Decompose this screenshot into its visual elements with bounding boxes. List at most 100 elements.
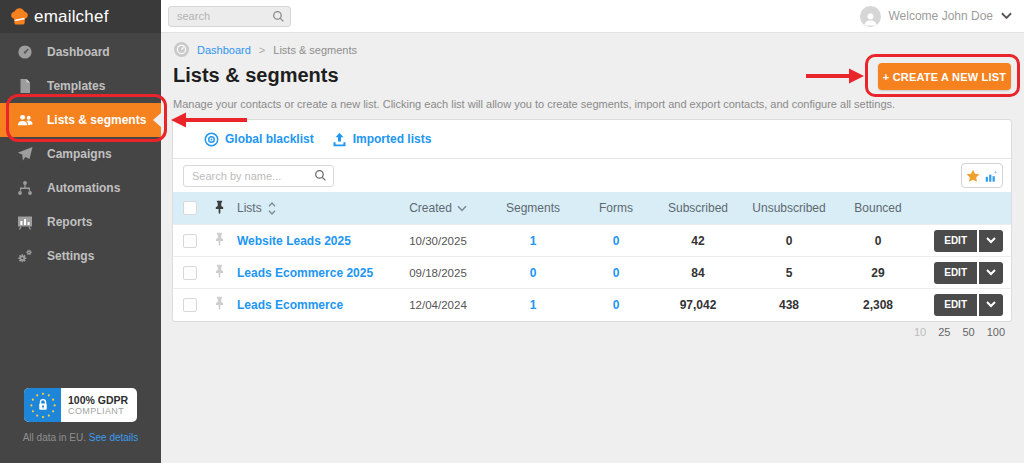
- column-header-created[interactable]: Created: [379, 201, 497, 215]
- breadcrumb-dashboard-link[interactable]: Dashboard: [197, 44, 251, 56]
- page-size-25[interactable]: 25: [938, 326, 950, 338]
- sidebar: emailchef Dashboard Templates Lists & se…: [0, 0, 161, 463]
- breadcrumb-home-icon: [174, 42, 189, 57]
- templates-icon: [17, 78, 33, 94]
- sort-desc-icon: [457, 205, 467, 212]
- table-row: Leads Ecommerce 2025 09/18/2025 0 0 84 5…: [173, 256, 1011, 288]
- edit-button[interactable]: EDIT: [934, 230, 977, 252]
- campaigns-icon: [17, 146, 33, 162]
- sidebar-item-campaigns[interactable]: Campaigns: [0, 137, 161, 171]
- unsubscribed-cell: 5: [733, 266, 845, 280]
- row-checkbox[interactable]: [183, 266, 197, 280]
- pin-icon[interactable]: [214, 232, 225, 246]
- brand-logo[interactable]: emailchef: [0, 0, 161, 33]
- list-search: [183, 165, 334, 187]
- imported-lists-link[interactable]: Imported lists: [332, 132, 432, 147]
- created-cell: 12/04/2024: [379, 299, 497, 311]
- sidebar-item-automations[interactable]: Automations: [0, 171, 161, 205]
- subscribed-cell: 42: [663, 234, 733, 248]
- select-all-checkbox[interactable]: [183, 201, 197, 215]
- table-header: Lists Created Segments Forms Subscribed …: [173, 192, 1011, 224]
- gdpr-note: All data in EU.: [23, 432, 86, 443]
- page-size-100[interactable]: 100: [987, 326, 1005, 338]
- search-icon: [272, 10, 285, 23]
- column-header-lists[interactable]: Lists: [229, 201, 379, 215]
- row-checkbox[interactable]: [183, 298, 197, 312]
- breadcrumb-separator: >: [259, 44, 265, 56]
- edit-button[interactable]: EDIT: [934, 294, 977, 316]
- chef-hat-icon: [9, 6, 30, 27]
- reports-icon: [17, 214, 33, 230]
- create-new-list-button[interactable]: + CREATE A NEW LIST: [878, 63, 1011, 90]
- list-name-link[interactable]: Website Leads 2025: [237, 234, 351, 248]
- lists-segments-icon: [17, 112, 33, 128]
- main-content: Dashboard > Lists & segments Lists & seg…: [161, 33, 1024, 463]
- user-menu[interactable]: Welcome John Doe: [860, 6, 1013, 27]
- page-title: Lists & segments: [173, 64, 339, 87]
- breadcrumb-current: Lists & segments: [273, 44, 357, 56]
- sidebar-item-reports[interactable]: Reports: [0, 205, 161, 239]
- brand-name: emailchef: [34, 7, 109, 27]
- chevron-down-icon: [1001, 12, 1012, 20]
- unsubscribed-cell: 0: [733, 234, 845, 248]
- edit-button[interactable]: EDIT: [934, 262, 977, 284]
- page-size-50[interactable]: 50: [962, 326, 974, 338]
- settings-icon: [17, 248, 33, 264]
- created-cell: 10/30/2025: [379, 235, 497, 247]
- bounced-cell: 29: [845, 266, 911, 280]
- list-name-link[interactable]: Leads Ecommerce: [237, 298, 343, 312]
- table-row: Website Leads 2025 10/30/2025 1 0 42 0 0…: [173, 224, 1011, 256]
- subscribed-cell: 97,042: [663, 298, 733, 312]
- unsubscribed-cell: 438: [733, 298, 845, 312]
- star-icon: [966, 169, 980, 183]
- table-row: Leads Ecommerce 12/04/2024 1 0 97,042 43…: [173, 288, 1011, 320]
- gdpr-see-details-link[interactable]: See details: [89, 432, 138, 443]
- breadcrumb: Dashboard > Lists & segments: [174, 42, 357, 57]
- dashboard-icon: [17, 44, 33, 60]
- forms-cell[interactable]: 0: [569, 298, 663, 312]
- global-blacklist-link[interactable]: Global blacklist: [204, 132, 314, 147]
- column-header-segments: Segments: [497, 201, 569, 215]
- column-header-unsubscribed: Unsubscribed: [733, 201, 845, 215]
- list-search-input[interactable]: [183, 165, 334, 187]
- sidebar-item-label: Campaigns: [47, 147, 112, 161]
- sidebar-item-label: Dashboard: [47, 45, 110, 59]
- pin-icon[interactable]: [214, 296, 225, 310]
- segments-cell[interactable]: 1: [497, 298, 569, 312]
- pin-icon[interactable]: [214, 264, 225, 278]
- sidebar-item-label: Settings: [47, 249, 94, 263]
- forms-cell[interactable]: 0: [569, 234, 663, 248]
- edit-dropdown-button[interactable]: [979, 230, 1003, 252]
- favorites-stats-toggle[interactable]: [961, 163, 1003, 188]
- automations-icon: [17, 180, 33, 196]
- forms-cell[interactable]: 0: [569, 266, 663, 280]
- chevron-down-icon: [986, 237, 996, 244]
- bounced-cell: 2,308: [845, 298, 911, 312]
- subscribed-cell: 84: [663, 266, 733, 280]
- stats-icon: [984, 169, 998, 183]
- sort-icon: [268, 202, 276, 215]
- person-icon: [862, 10, 879, 27]
- gdpr-subtitle: COMPLIANT: [68, 406, 137, 416]
- global-search: [168, 6, 291, 27]
- sidebar-item-label: Templates: [47, 79, 105, 93]
- gdpr-eu-lock-icon: [24, 388, 61, 422]
- gdpr-badge: 100% GDPR COMPLIANT: [24, 388, 137, 422]
- sidebar-item-lists-segments[interactable]: Lists & segments: [0, 103, 161, 137]
- sidebar-item-templates[interactable]: Templates: [0, 69, 161, 103]
- chevron-down-icon: [986, 301, 996, 308]
- segments-cell[interactable]: 1: [497, 234, 569, 248]
- list-name-link[interactable]: Leads Ecommerce 2025: [237, 266, 373, 280]
- segments-cell[interactable]: 0: [497, 266, 569, 280]
- edit-dropdown-button[interactable]: [979, 262, 1003, 284]
- page-size-options: 10 25 50 100: [914, 326, 1005, 338]
- page-size-10[interactable]: 10: [914, 326, 926, 338]
- sidebar-item-label: Automations: [47, 181, 120, 195]
- sidebar-item-dashboard[interactable]: Dashboard: [0, 35, 161, 69]
- pin-icon[interactable]: [214, 200, 225, 214]
- edit-dropdown-button[interactable]: [979, 294, 1003, 316]
- row-checkbox[interactable]: [183, 234, 197, 248]
- sidebar-item-settings[interactable]: Settings: [0, 239, 161, 273]
- sidebar-item-label: Lists & segments: [47, 113, 146, 127]
- created-cell: 09/18/2025: [379, 267, 497, 279]
